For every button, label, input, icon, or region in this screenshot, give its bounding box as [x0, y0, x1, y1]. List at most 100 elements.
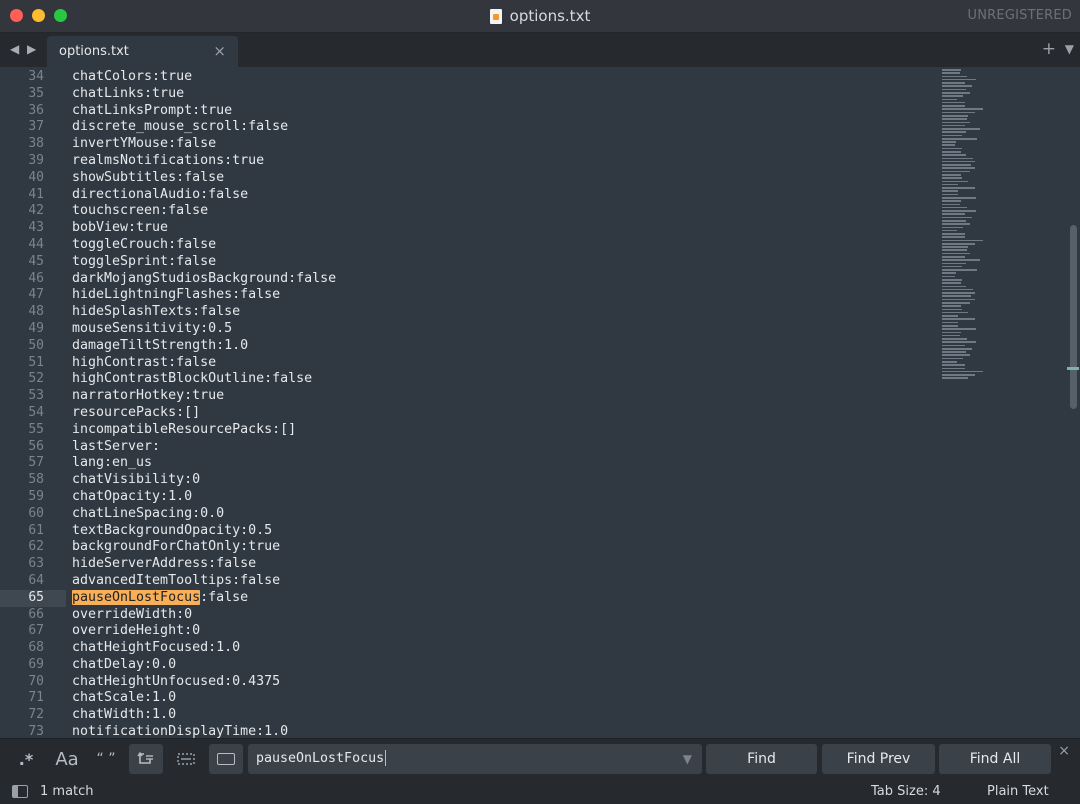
search-match-highlight: pauseOnLostFocus: [72, 589, 201, 605]
regex-toggle[interactable]: .*: [10, 744, 42, 774]
code-line[interactable]: 62 backgroundForChatOnly:true: [0, 539, 940, 556]
code-line[interactable]: 40 showSubtitles:false: [0, 170, 940, 187]
whole-word-toggle[interactable]: “ ”: [90, 744, 122, 774]
code-line[interactable]: 59 chatOpacity:1.0: [0, 489, 940, 506]
code-line[interactable]: 57 lang:en_us: [0, 455, 940, 472]
scrollbar-thumb[interactable]: [1070, 225, 1077, 409]
minimap-line: [942, 354, 970, 357]
code-line[interactable]: 68 chatHeightFocused:1.0: [0, 640, 940, 657]
code-line[interactable]: 63 hideServerAddress:false: [0, 556, 940, 573]
code-line[interactable]: 54 resourcePacks:[]: [0, 405, 940, 422]
line-text-segment: mouseSensitivity:0.5: [72, 320, 233, 336]
code-line[interactable]: 58 chatVisibility:0: [0, 472, 940, 489]
find-button[interactable]: Find: [706, 744, 817, 774]
wrap-icon[interactable]: [129, 744, 163, 774]
code-line[interactable]: 71 chatScale:1.0: [0, 690, 940, 707]
code-line[interactable]: 64 advancedItemTooltips:false: [0, 573, 940, 590]
tab-list-dropdown-icon[interactable]: ▼: [1065, 42, 1074, 56]
minimap-line: [942, 265, 962, 268]
text-file-icon: [489, 8, 502, 24]
line-number: 56: [28, 438, 44, 454]
code-line[interactable]: 49 mouseSensitivity:0.5: [0, 321, 940, 338]
code-line[interactable]: 44 toggleCrouch:false: [0, 237, 940, 254]
code-line[interactable]: 73 notificationDisplayTime:1.0: [0, 724, 940, 738]
minimap-line: [942, 200, 961, 202]
code-line[interactable]: 45 toggleSprint:false: [0, 254, 940, 271]
new-tab-icon[interactable]: +: [1042, 39, 1056, 59]
text-editor[interactable]: 34 chatColors:true 35 chatLinks:true 36 chatL…: [0, 67, 1080, 738]
tab-close-icon[interactable]: ×: [213, 42, 226, 60]
code-line[interactable]: 43 bobView:true: [0, 220, 940, 237]
find-history-dropdown-icon[interactable]: ▼: [683, 752, 692, 766]
code-line[interactable]: 55 incompatibleResourcePacks:[]: [0, 422, 940, 439]
code-line[interactable]: 72 chatWidth:1.0: [0, 707, 940, 724]
line-text-segment: advancedItemTooltips:false: [72, 572, 281, 588]
code-line[interactable]: 51 highContrast:false: [0, 355, 940, 372]
line-number: 46: [28, 270, 44, 286]
editor-window: options.txt UNREGISTERED ◀ ▶ options.txt…: [0, 0, 1080, 804]
tab-nav-arrows-icon[interactable]: ◀ ▶: [10, 42, 38, 56]
line-number: 49: [28, 320, 44, 336]
code-line[interactable]: 65 pauseOnLostFocus:false: [0, 589, 940, 607]
tab-size-selector[interactable]: Tab Size: 4: [871, 784, 941, 799]
find-input[interactable]: pauseOnLostFocus ▼: [248, 744, 702, 774]
code-line[interactable]: 60 chatLineSpacing:0.0: [0, 506, 940, 523]
close-find-panel-icon[interactable]: ×: [1058, 743, 1070, 759]
code-line[interactable]: 36 chatLinksPrompt:true: [0, 103, 940, 120]
code-line[interactable]: 50 damageTiltStrength:1.0: [0, 338, 940, 355]
minimap-line: [942, 311, 969, 314]
line-number: 52: [28, 371, 44, 387]
line-text: textBackgroundOpacity:0.5: [72, 523, 272, 540]
line-number: 64: [28, 572, 44, 588]
line-number: 44: [28, 236, 44, 252]
code-line[interactable]: 37 discrete_mouse_scroll:false: [0, 119, 940, 136]
code-line[interactable]: 52 highContrastBlockOutline:false: [0, 371, 940, 388]
line-text: chatScale:1.0: [72, 690, 176, 707]
code-line[interactable]: 61 textBackgroundOpacity:0.5: [0, 523, 940, 540]
find-prev-button[interactable]: Find Prev: [822, 744, 935, 774]
code-line[interactable]: 66 overrideWidth:0: [0, 607, 940, 624]
line-text: darkMojangStudiosBackground:false: [72, 271, 336, 288]
in-selection-icon[interactable]: [170, 744, 202, 774]
line-text-segment: backgroundForChatOnly:true: [72, 539, 281, 555]
code-line[interactable]: 41 directionalAudio:false: [0, 187, 940, 204]
minimap-line: [942, 105, 965, 107]
line-text-segment: chatVisibility:0: [72, 472, 201, 488]
code-line[interactable]: 38 invertYMouse:false: [0, 136, 940, 153]
line-text: toggleCrouch:false: [72, 237, 216, 254]
case-sensitive-toggle[interactable]: Aa: [50, 744, 84, 774]
minimap-line: [942, 170, 970, 173]
code-line[interactable]: 69 chatDelay:0.0: [0, 657, 940, 674]
minimap-line: [942, 364, 965, 366]
code-line[interactable]: 53 narratorHotkey:true: [0, 388, 940, 405]
code-line[interactable]: 56 lastServer:: [0, 439, 940, 456]
minimap-line: [942, 328, 976, 330]
minimap-line: [942, 180, 969, 183]
code-line[interactable]: 34 chatColors:true: [0, 69, 940, 86]
tab-options-txt[interactable]: options.txt ×: [47, 36, 238, 67]
highlight-matches-icon[interactable]: [209, 744, 243, 774]
code-line[interactable]: 47 hideLightningFlashes:false: [0, 287, 940, 304]
line-number: 72: [28, 707, 44, 723]
line-text-segment: chatHeightUnfocused:0.4375: [72, 673, 281, 689]
line-text: lastServer:: [72, 439, 160, 456]
line-text: hideSplashTexts:false: [72, 304, 240, 321]
code-line[interactable]: 70 chatHeightUnfocused:0.4375: [0, 674, 940, 691]
line-text: touchscreen:false: [72, 203, 208, 220]
code-line[interactable]: 39 realmsNotifications:true: [0, 153, 940, 170]
line-text: chatOpacity:1.0: [72, 489, 192, 506]
code-line[interactable]: 46 darkMojangStudiosBackground:false: [0, 271, 940, 288]
code-line[interactable]: 42 touchscreen:false: [0, 203, 940, 220]
minimap[interactable]: [942, 67, 1062, 738]
unregistered-label: UNREGISTERED: [967, 8, 1072, 23]
toggle-sidebar-icon[interactable]: [12, 785, 28, 798]
code-line[interactable]: 67 overrideHeight:0: [0, 623, 940, 640]
find-all-button[interactable]: Find All: [939, 744, 1051, 774]
minimap-line: [942, 131, 966, 133]
vertical-scrollbar[interactable]: [1066, 67, 1080, 738]
line-number: 47: [28, 287, 44, 303]
syntax-selector[interactable]: Plain Text: [987, 784, 1049, 799]
line-text-segment: invertYMouse:false: [72, 136, 217, 152]
code-line[interactable]: 48 hideSplashTexts:false: [0, 304, 940, 321]
code-line[interactable]: 35 chatLinks:true: [0, 86, 940, 103]
